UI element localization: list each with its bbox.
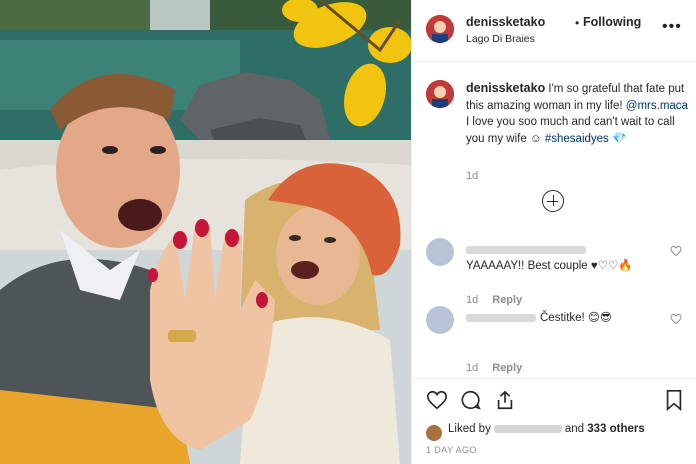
- commenter-avatar[interactable]: [426, 238, 454, 266]
- post-sidebar: denissketako • Following Lago Di Braies …: [411, 0, 696, 464]
- follow-status-button[interactable]: Following: [583, 15, 641, 29]
- post-header: denissketako • Following Lago Di Braies …: [412, 0, 696, 62]
- comment-body: YAAAAAY!! Best couple ♥♡♡🔥: [466, 260, 633, 272]
- author-avatar[interactable]: [426, 15, 454, 43]
- like-heart-icon[interactable]: [426, 389, 448, 416]
- likes-prefix: Liked by: [448, 423, 491, 435]
- comment-item: Čestitke! 😊😎 1d Reply: [426, 306, 686, 376]
- caption-mention-link[interactable]: @mrs.maca: [626, 100, 688, 112]
- comment-timestamp: 1d: [466, 362, 479, 374]
- load-more-comments-icon[interactable]: [542, 190, 564, 212]
- comment-body: Čestitke! 😊😎: [540, 312, 612, 324]
- reply-button[interactable]: Reply: [492, 294, 522, 306]
- commenter-username-redacted[interactable]: [466, 313, 536, 322]
- author-username[interactable]: denissketako: [466, 15, 545, 29]
- post-location[interactable]: Lago Di Braies: [466, 33, 535, 45]
- caption-timestamp: 1d: [466, 170, 479, 182]
- comment-item: YAAAAAY!! Best couple ♥♡♡🔥 1d Reply: [426, 238, 686, 308]
- comment-text: Čestitke! 😊😎: [466, 310, 656, 326]
- bookmark-save-icon[interactable]: [664, 389, 684, 416]
- diamond-emoji: 💎: [612, 132, 627, 145]
- share-upload-icon[interactable]: [494, 389, 516, 416]
- post-date: 1 DAY AGO: [426, 445, 477, 455]
- comment-timestamp: 1d: [466, 294, 479, 306]
- caption-author-avatar[interactable]: [426, 80, 454, 108]
- liker-username-redacted[interactable]: [493, 424, 562, 433]
- like-comment-heart-icon[interactable]: [670, 312, 682, 330]
- comment-text: YAAAAAY!! Best couple ♥♡♡🔥: [466, 242, 656, 274]
- post-actions: Liked by and 333 others 1 DAY AGO: [412, 378, 696, 464]
- likes-summary[interactable]: Liked by and 333 others: [448, 423, 645, 435]
- likes-count[interactable]: 333 others: [587, 423, 645, 435]
- more-options-icon[interactable]: •••: [662, 18, 682, 36]
- separator-dot: •: [575, 16, 580, 30]
- comment-bubble-icon[interactable]: [460, 389, 482, 416]
- post-photo[interactable]: [0, 0, 411, 464]
- caption-username[interactable]: denissketako: [466, 81, 545, 95]
- comment-meta: 1d Reply: [466, 294, 536, 306]
- smile-emoji: ☺: [529, 132, 542, 145]
- commenter-avatar[interactable]: [426, 306, 454, 334]
- liker-avatar[interactable]: [426, 425, 442, 441]
- caption-hashtag-link[interactable]: #shesaidyes: [545, 133, 609, 145]
- comment-meta: 1d Reply: [466, 362, 536, 374]
- likes-middle: and: [564, 423, 585, 435]
- reply-button[interactable]: Reply: [492, 362, 522, 374]
- caption-text: denissketako I'm so grateful that fate p…: [466, 80, 688, 147]
- commenter-username-redacted[interactable]: [466, 245, 586, 254]
- like-comment-heart-icon[interactable]: [670, 244, 682, 262]
